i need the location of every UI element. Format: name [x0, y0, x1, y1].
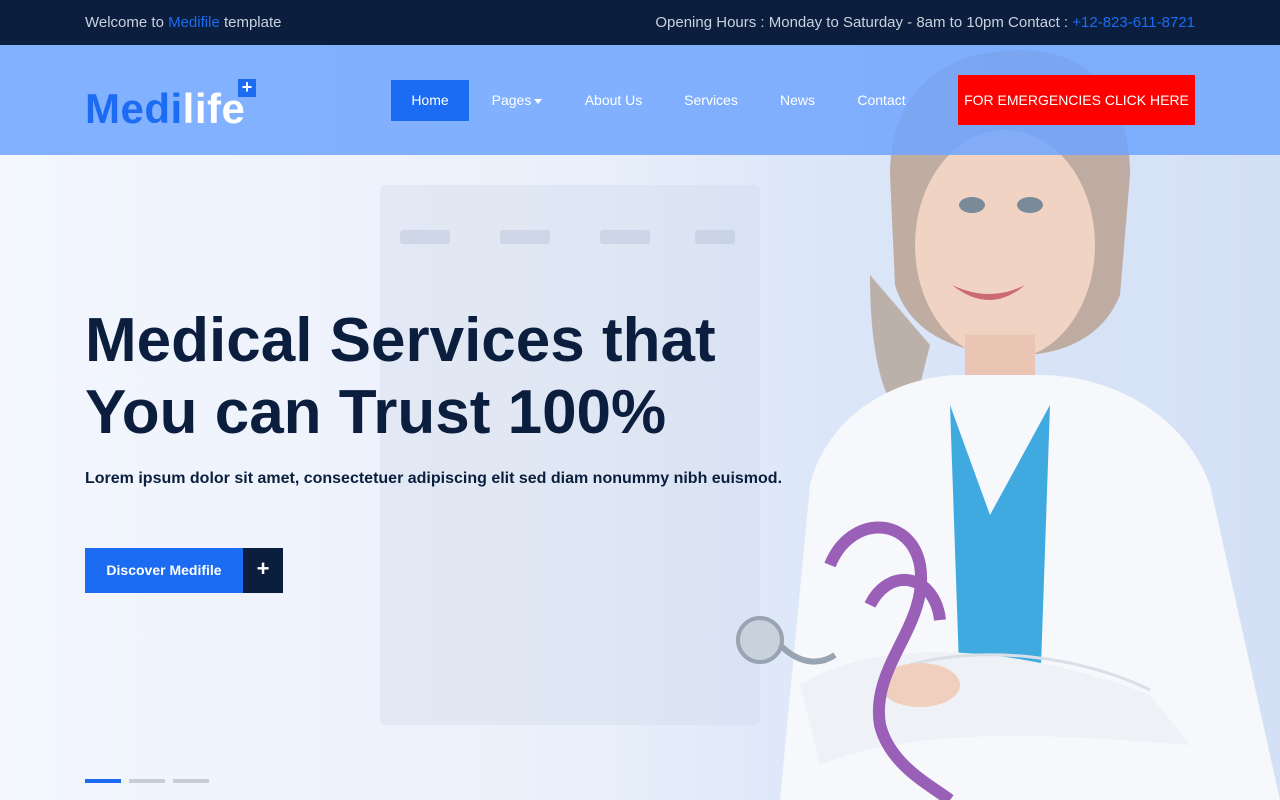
chevron-down-icon: [534, 98, 543, 104]
slider-dot-3[interactable]: [173, 779, 209, 783]
plus-icon[interactable]: +: [243, 548, 283, 593]
welcome-brand-link[interactable]: Medifile: [168, 14, 220, 31]
nav-label: Services: [684, 92, 738, 108]
nav-item-about-us[interactable]: About Us: [572, 80, 655, 121]
slider-dot-1[interactable]: [85, 779, 121, 783]
emergency-button[interactable]: FOR EMERGENCIES CLICK HERE: [958, 75, 1195, 125]
doctor-image: [736, 50, 1280, 800]
background-blur: [500, 230, 550, 244]
hero-headline: Medical Services that You can Trust 100%: [85, 305, 745, 449]
opening-hours: Opening Hours : Monday to Saturday - 8am…: [655, 14, 1195, 31]
hours-text: Opening Hours : Monday to Saturday - 8am…: [655, 14, 1073, 31]
welcome-suffix: template: [219, 14, 282, 31]
welcome-text: Welcome to Medifile template: [85, 14, 281, 31]
nav-label: News: [779, 92, 815, 108]
nav-item-news[interactable]: News: [766, 80, 829, 121]
nav-label: Contact: [857, 92, 906, 108]
site-logo[interactable]: Medilife: [85, 85, 245, 133]
logo-plus-icon: +: [238, 78, 256, 97]
nav-item-home[interactable]: Home: [391, 80, 469, 121]
nav-item-services[interactable]: Services: [672, 80, 750, 121]
contact-phone-link[interactable]: +12-823-611-8721: [1072, 14, 1195, 31]
headline-line-2: You can Trust 100%: [85, 378, 667, 447]
nav-label: Pages: [491, 92, 532, 108]
hero-subline: Lorem ipsum dolor sit amet, consectetuer…: [85, 470, 783, 487]
slider-dot-2[interactable]: [129, 779, 165, 783]
logo-text-secondary: life: [182, 85, 246, 132]
headline-line-1: Medical Services that: [85, 306, 716, 375]
background-blur: [400, 230, 450, 244]
nav-label: Home: [411, 92, 449, 108]
nav-label: About Us: [584, 92, 643, 108]
background-blur: [380, 185, 760, 725]
discover-button[interactable]: Discover Medifile: [85, 548, 243, 593]
logo-text-primary: Medi: [85, 85, 183, 132]
background-blur: [600, 230, 650, 244]
nav-item-pages[interactable]: Pages: [476, 80, 558, 121]
nav-item-contact[interactable]: Contact: [845, 80, 918, 121]
welcome-prefix: Welcome to: [85, 14, 169, 31]
top-bar: Welcome to Medifile template Opening Hou…: [0, 0, 1280, 45]
